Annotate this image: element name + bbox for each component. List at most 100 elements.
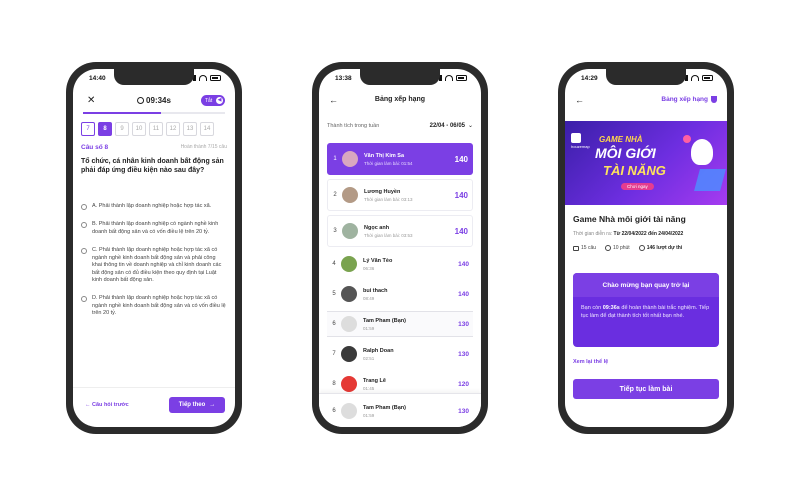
filter-range: 22/04 - 06/05: [429, 123, 465, 129]
game-screen: 14:29 ← Bảng xếp hạng houzemap GAME NHÀ …: [565, 69, 727, 427]
player-name: bui thach: [363, 287, 388, 294]
avatar: [342, 187, 358, 203]
question-label: Câu số 8: [81, 144, 109, 151]
player-score: 140: [454, 154, 468, 164]
phone-leaderboard: 13:38 ← Bảng xếp hạng Thành tích trong t…: [312, 62, 488, 434]
rank-row: 5 bui thach 08:49 140: [327, 281, 473, 307]
answer-option-text: D. Phải thành lập doanh nghiệp hoặc hợp …: [92, 295, 226, 317]
houzemap-logo-icon: [571, 133, 581, 143]
clock-icon: [137, 97, 145, 104]
avatar: [341, 376, 357, 392]
banner-play-button[interactable]: Chơi ngay: [621, 183, 654, 190]
quiz-progress-bar: [83, 112, 225, 114]
question-number-box[interactable]: 9: [115, 122, 129, 136]
answer-option[interactable]: C. Phải thành lập doanh nghiệp hoặc hợp …: [81, 247, 227, 284]
question-number-box[interactable]: 14: [200, 122, 214, 136]
rank-number: 1: [333, 156, 337, 162]
rank-row: 6 Tam Pham (Bạn) 01:59 130: [327, 311, 473, 337]
rank-row: 3 Ngọc anh Thời gian làm bài: 03:53 140: [327, 215, 473, 247]
rules-link[interactable]: Xem lại thể lệ: [573, 359, 608, 365]
player-score: 130: [458, 350, 469, 358]
question-navigator: 7 8 9 10 11 12 13 14: [81, 122, 214, 136]
stat-minutes: 10 phút: [605, 245, 630, 251]
player-name: Ralph Doan: [363, 347, 394, 354]
close-icon[interactable]: ✕: [87, 95, 95, 106]
rank-number: 3: [333, 228, 337, 234]
rank-number: 6: [332, 321, 336, 327]
question-number-box[interactable]: 12: [166, 122, 180, 136]
brand-logo: houzemap: [571, 133, 590, 149]
stat-questions: 15 câu: [573, 245, 596, 251]
answer-option[interactable]: A. Phải thành lập doanh nghiệp hoặc hợp …: [81, 203, 227, 210]
leaderboard-screen: 13:38 ← Bảng xếp hạng Thành tích trong t…: [319, 69, 481, 427]
leaderboard-link[interactable]: Bảng xếp hạng: [661, 96, 717, 103]
answer-option[interactable]: D. Phải thành lập doanh nghiệp hoặc hợp …: [81, 295, 227, 317]
player-time: 01:59: [363, 325, 375, 331]
question-number-box[interactable]: 10: [132, 122, 146, 136]
question-number-box[interactable]: 7: [81, 122, 95, 136]
avatar: [341, 256, 357, 272]
next-button[interactable]: Tiếp theo →: [169, 397, 225, 413]
stat-plays: 146 lượt dự thi: [638, 245, 682, 251]
welcome-body: Bạn còn 09:36s để hoàn thành bài trắc ng…: [581, 305, 710, 319]
continue-button[interactable]: Tiếp tục làm bài: [573, 379, 719, 399]
mascot-illustration: [691, 139, 713, 165]
question-number-box[interactable]: 8: [98, 122, 112, 136]
battery-icon: [210, 75, 221, 81]
welcome-back-card: Chào mừng bạn quay trở lại Bạn còn 09:36…: [573, 273, 719, 347]
wifi-icon: [445, 75, 453, 81]
player-name: Văn Thị Kim Sa: [364, 152, 405, 159]
radio-icon: [81, 222, 87, 229]
answer-option[interactable]: B. Phải thành lập doanh nghiệp có ngành …: [81, 221, 227, 236]
leaderboard-header: ← Bảng xếp hạng: [319, 95, 481, 109]
welcome-title: Chào mừng bạn quay trở lại: [573, 273, 719, 297]
rank-number: 7: [332, 351, 336, 357]
player-time: Thời gian làm bài: 03:53: [364, 232, 413, 238]
banner-line-1: GAME NHÀ: [599, 135, 643, 144]
audio-toggle[interactable]: Tắt ◀: [201, 95, 225, 106]
question-number-box[interactable]: 11: [149, 122, 163, 136]
game-banner[interactable]: houzemap GAME NHÀ MÔI GIỚI TÀI NĂNG Chơi…: [565, 121, 727, 205]
player-time: 06:36: [363, 265, 375, 271]
arrow-left-icon: ←: [85, 402, 93, 408]
player-name: Trang Lê: [363, 377, 386, 384]
decor-bubble-icon: [683, 135, 691, 143]
my-rank-row: 6 Tam Pham (Bạn) 01:59 130: [327, 398, 473, 424]
rank-number: 5: [332, 291, 336, 297]
avatar: [341, 286, 357, 302]
rank-row: 7 Ralph Doan 02:51 130: [327, 341, 473, 367]
quiz-screen: 14:40 ✕ 09:34s Tắt ◀ 7 8 9 10 11 12 13 1…: [73, 69, 235, 427]
prev-question-button[interactable]: ← Câu hỏi trước: [85, 402, 129, 408]
banner-line-3: TÀI NĂNG: [603, 163, 666, 178]
radio-icon: [81, 296, 87, 303]
answer-option-text: A. Phải thành lập doanh nghiệp hoặc hợp …: [92, 203, 212, 209]
speaker-icon: ◀: [216, 97, 223, 104]
filter-label: Thành tích trong tuần: [327, 123, 380, 129]
game-date: Thời gian diễn ra: Từ 22/04/2022 đến 24/…: [573, 231, 684, 237]
showcase-stage: 14:40 ✕ 09:34s Tắt ◀ 7 8 9 10 11 12 13 1…: [0, 0, 800, 493]
list-icon: [573, 245, 579, 251]
period-filter[interactable]: Thành tích trong tuần 22/04 - 06/05 ⌄: [327, 123, 473, 129]
question-text: Tổ chức, cá nhân kinh doanh bất động sản…: [81, 158, 224, 175]
radio-icon: [81, 204, 87, 210]
back-arrow-icon[interactable]: ←: [575, 95, 584, 105]
rank-row: 4 Lý Văn Tèo 06:36 140: [327, 251, 473, 277]
phone-game-detail: 14:29 ← Bảng xếp hạng houzemap GAME NHÀ …: [558, 62, 734, 434]
status-time: 13:38: [335, 75, 352, 82]
wifi-icon: [691, 75, 699, 81]
rank-number: 6: [332, 408, 336, 414]
game-title: Game Nhà môi giới tài năng: [573, 214, 686, 224]
player-name: Tam Pham (Bạn): [363, 317, 406, 324]
my-rank-bar: 6 Tam Pham (Bạn) 01:59 130: [319, 393, 481, 427]
chevron-down-icon: ⌄: [467, 123, 473, 129]
completed-count: Hoàn thành 7/15 câu: [180, 144, 227, 150]
quiz-timer: 09:34s: [137, 96, 171, 105]
battery-icon: [456, 75, 467, 81]
radio-icon: [81, 248, 87, 255]
avatar: [341, 346, 357, 362]
avatar: [342, 223, 358, 239]
answer-option-text: C. Phải thành lập doanh nghiệp hoặc hợp …: [92, 247, 222, 283]
quiz-footer: ← Câu hỏi trước Tiếp theo →: [73, 387, 235, 427]
question-number-box[interactable]: 13: [183, 122, 197, 136]
rank-row: 2 Lương Huyền Thời gian làm bài: 03:13 140: [327, 179, 473, 211]
